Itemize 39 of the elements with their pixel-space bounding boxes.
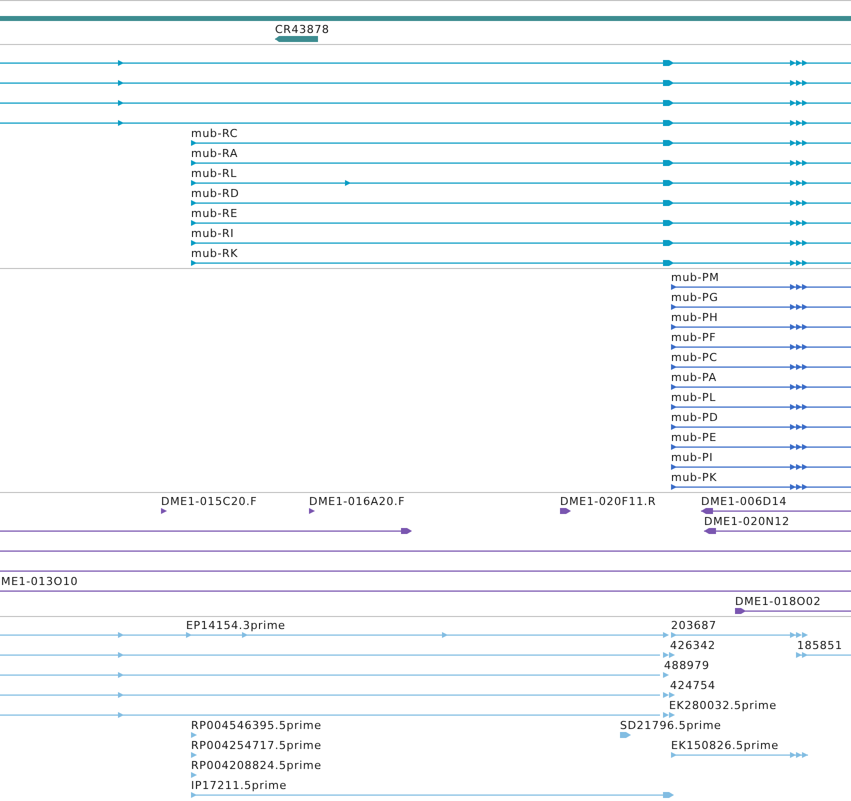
feature-label: mub-RL xyxy=(191,168,238,180)
feature-label: mub-PF xyxy=(671,332,716,344)
feature-label: CR43878 xyxy=(275,24,330,36)
feature-label: ME1-013O10 xyxy=(1,576,78,588)
feature-label: 203687 xyxy=(671,620,717,632)
feature-label: mub-RC xyxy=(191,128,238,140)
feature-label: mub-PI xyxy=(671,452,714,464)
feature-label: RP004254717.5prime xyxy=(191,740,322,752)
feature-label: mub-RA xyxy=(191,148,238,160)
feature-label: DME1-020N12 xyxy=(704,516,790,528)
feature-label: mub-PD xyxy=(671,412,718,424)
feature-label: mub-RI xyxy=(191,228,234,240)
feature-label: DME1-020F11.R xyxy=(560,496,656,508)
feature-label: mub-PL xyxy=(671,392,716,404)
feature-label: mub-PH xyxy=(671,312,718,324)
feature-label: mub-PC xyxy=(671,352,718,364)
feature-label: mub-PM xyxy=(671,272,720,284)
feature-label: mub-RD xyxy=(191,188,240,200)
feature-label: EK150826.5prime xyxy=(671,740,779,752)
feature-label: DME1-006D14 xyxy=(701,496,787,508)
feature-label: DME1-016A20.F xyxy=(309,496,406,508)
feature-label: mub-PE xyxy=(671,432,717,444)
feature-label: 424754 xyxy=(670,680,716,692)
feature-label: mub-RE xyxy=(191,208,238,220)
feature-label: 488979 xyxy=(664,660,710,672)
feature-label: 185851 xyxy=(797,640,843,652)
feature-label: RP004546395.5prime xyxy=(191,720,322,732)
feature-label: RP004208824.5prime xyxy=(191,760,322,772)
feature-label: EP14154.3prime xyxy=(186,620,286,632)
feature-label: mub-PG xyxy=(671,292,718,304)
feature-label: EK280032.5prime xyxy=(669,700,777,712)
feature-label: DME1-018O02 xyxy=(735,596,822,608)
feature-label: mub-PA xyxy=(671,372,717,384)
feature-label: SD21796.5prime xyxy=(620,720,722,732)
feature-label: mub-PK xyxy=(671,472,718,484)
feature-label: DME1-015C20.F xyxy=(161,496,258,508)
feature-label: 426342 xyxy=(670,640,716,652)
feature-label: IP17211.5prime xyxy=(191,780,287,792)
feature-label: mub-RK xyxy=(191,248,238,260)
